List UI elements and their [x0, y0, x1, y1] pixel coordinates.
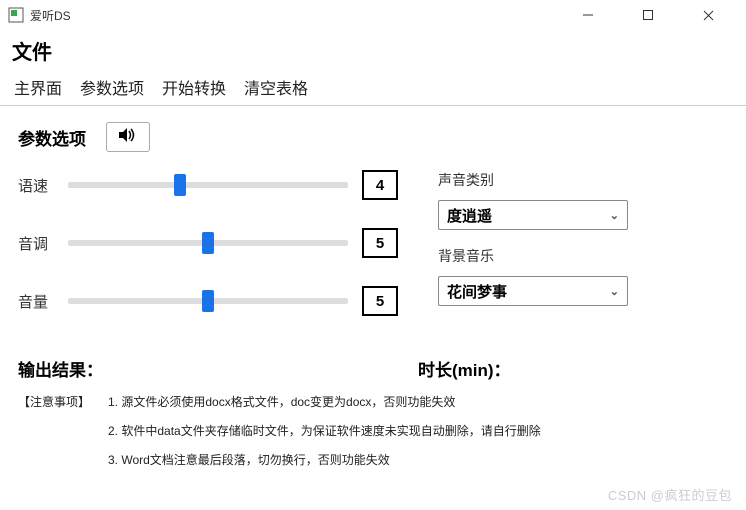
bgm-label: 背景音乐 [438, 246, 728, 266]
window-title: 爱听DS [30, 7, 570, 24]
output-result-label: 输出结果： [18, 356, 418, 381]
tab-start[interactable]: 开始转换 [162, 75, 226, 99]
pitch-slider-row: 音调 5 [18, 228, 398, 258]
note-item: 2. 软件中data文件夹存储临时文件，为保证软件速度未实现自动删除，请自行删除 [108, 422, 541, 439]
notes-section: 【注意事项】 1. 源文件必须使用docx格式文件，doc变更为docx，否则功… [0, 393, 746, 468]
pitch-value: 5 [362, 228, 398, 258]
tab-params[interactable]: 参数选项 [80, 75, 144, 99]
bgm-select[interactable]: 花间梦事 ⌄ [438, 276, 628, 306]
preview-sound-button[interactable] [106, 122, 150, 152]
speed-slider[interactable] [68, 182, 348, 188]
pitch-slider[interactable] [68, 240, 348, 246]
speed-label: 语速 [18, 175, 60, 196]
notes-tag: 【注意事项】 [18, 393, 108, 410]
volume-value: 5 [362, 286, 398, 316]
speaker-icon [118, 127, 138, 148]
panel-title: 参数选项 [18, 125, 86, 150]
speed-thumb[interactable] [174, 174, 186, 196]
watermark: CSDN @疯狂的豆包 [608, 485, 732, 504]
output-duration-label: 时长(min)： [418, 356, 511, 381]
volume-slider-row: 音量 5 [18, 286, 398, 316]
tab-main[interactable]: 主界面 [14, 75, 62, 99]
bgm-value: 花间梦事 [447, 281, 507, 302]
output-row: 输出结果： 时长(min)： [0, 354, 746, 393]
volume-slider[interactable] [68, 298, 348, 304]
chevron-down-icon: ⌄ [610, 209, 619, 222]
menubar-primary: 文件 [0, 30, 746, 69]
note-item: 3. Word文档注意最后段落，切勿换行，否则功能失效 [108, 451, 390, 468]
app-icon [8, 7, 24, 23]
speed-slider-row: 语速 4 [18, 170, 398, 200]
maximize-button[interactable] [630, 3, 666, 27]
voice-type-label: 声音类别 [438, 170, 728, 190]
voice-type-value: 度逍遥 [447, 205, 492, 226]
volume-thumb[interactable] [202, 290, 214, 312]
menu-file[interactable]: 文件 [12, 42, 52, 64]
voice-type-select[interactable]: 度逍遥 ⌄ [438, 200, 628, 230]
params-panel: 参数选项 语速 4 音调 5 音量 [0, 106, 746, 354]
note-item: 1. 源文件必须使用docx格式文件，doc变更为docx，否则功能失效 [108, 393, 455, 410]
pitch-thumb[interactable] [202, 232, 214, 254]
close-button[interactable] [690, 3, 726, 27]
titlebar: 爱听DS [0, 0, 746, 30]
volume-label: 音量 [18, 291, 60, 312]
speed-value: 4 [362, 170, 398, 200]
menubar-secondary: 主界面 参数选项 开始转换 清空表格 [0, 69, 746, 106]
pitch-label: 音调 [18, 233, 60, 254]
minimize-button[interactable] [570, 3, 606, 27]
tab-clear[interactable]: 清空表格 [244, 75, 308, 99]
chevron-down-icon: ⌄ [610, 285, 619, 298]
